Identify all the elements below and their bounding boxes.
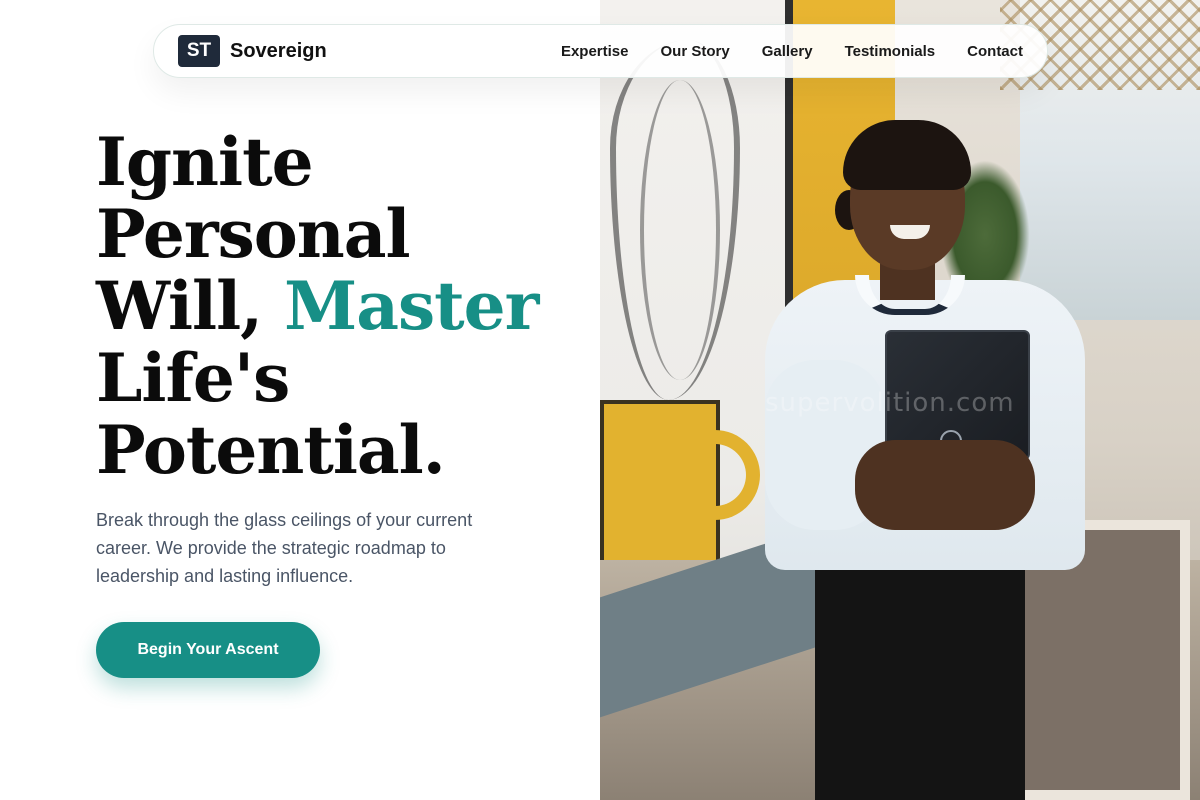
hero-subtitle: Break through the glass ceilings of your…: [96, 510, 473, 586]
hero-title-line-1: Ignite: [96, 123, 314, 201]
nav-link-expertise[interactable]: Expertise: [561, 43, 629, 60]
woman-holding-laptop: [755, 120, 1095, 800]
hero-title-line-3: Will,: [96, 267, 285, 345]
hair: [843, 120, 971, 190]
nav-link-gallery[interactable]: Gallery: [762, 43, 813, 60]
hero-title-accent: Master: [284, 267, 539, 345]
crossed-arms: [855, 440, 1035, 530]
brand-name: Sovereign: [230, 39, 327, 62]
nav-link-our-story[interactable]: Our Story: [661, 43, 730, 60]
hero-title-line-2: Personal: [96, 195, 411, 273]
nav-link-testimonials[interactable]: Testimonials: [845, 43, 936, 60]
mural-steam-inner: [640, 80, 720, 380]
trousers: [815, 550, 1025, 800]
begin-ascent-button[interactable]: Begin Your Ascent: [96, 622, 320, 678]
hero-title: Ignite Personal Will, Master Life's Pote…: [96, 126, 616, 486]
hero-photo: supervolition.com: [600, 0, 1200, 800]
hero-title-line-5: Potential.: [96, 411, 446, 489]
hero-title-line-4: Life's: [96, 339, 290, 417]
watermark: supervolition.com: [765, 388, 1015, 418]
navbar: ST Sovereign Expertise Our Story Gallery…: [153, 24, 1048, 78]
nav-links: Expertise Our Story Gallery Testimonials…: [561, 43, 1023, 60]
brand-logo-link[interactable]: ST Sovereign: [178, 35, 327, 67]
brand-mark: ST: [178, 35, 220, 67]
nav-link-contact[interactable]: Contact: [967, 43, 1023, 60]
